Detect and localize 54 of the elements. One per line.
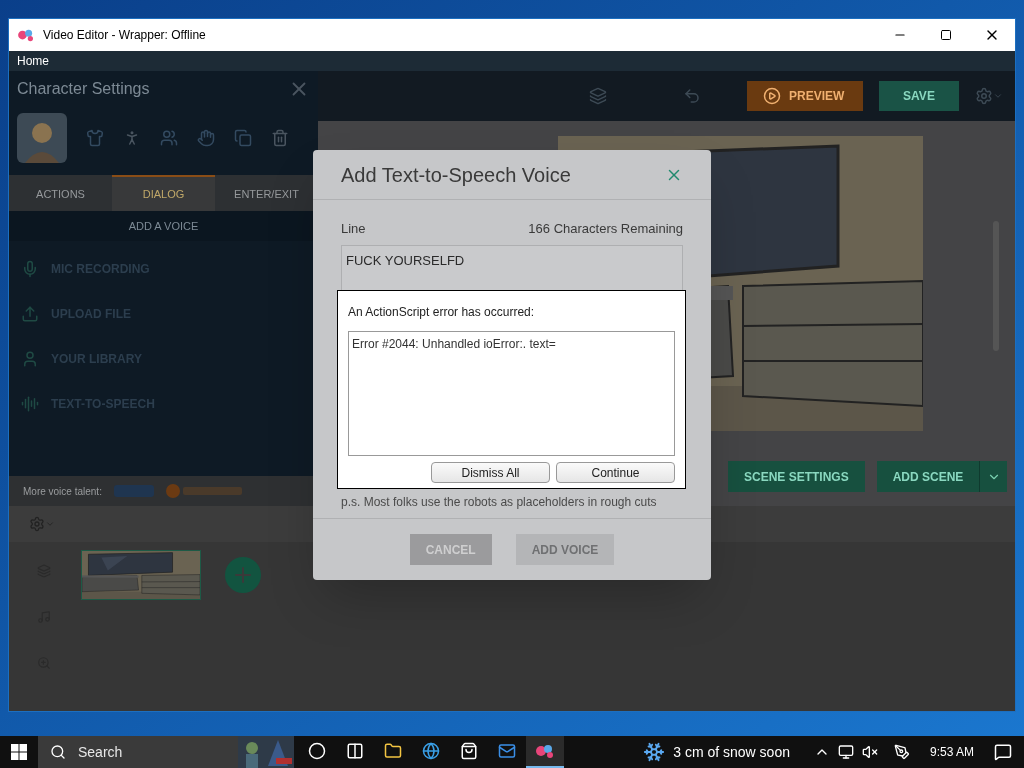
preview-button[interactable]: PREVIEW xyxy=(747,81,863,111)
task-view-icon xyxy=(346,742,364,760)
add-scene-icon[interactable] xyxy=(225,557,261,593)
menu-item[interactable]: Home xyxy=(15,52,51,70)
panel-title: Character Settings xyxy=(17,79,150,99)
tab[interactable]: DIALOG xyxy=(112,175,215,211)
weather-text[interactable]: 3 cm of snow soon xyxy=(673,741,790,763)
pen-icon[interactable] xyxy=(893,744,910,760)
settings-icon[interactable] xyxy=(975,87,993,105)
mail-icon xyxy=(498,742,516,760)
network-icon[interactable] xyxy=(837,744,854,760)
app-logo-icon xyxy=(535,743,555,759)
sound-wave-icon xyxy=(21,395,39,413)
avatar xyxy=(17,113,67,163)
caret-icon[interactable] xyxy=(993,91,1003,101)
dismiss-all-button[interactable]: Dismiss All xyxy=(431,462,550,483)
maximize-icon xyxy=(940,29,952,41)
clock[interactable]: 9:53 AM xyxy=(929,743,974,761)
copy-icon[interactable] xyxy=(234,129,252,147)
talent-label: More voice talent: xyxy=(23,484,102,499)
dialog-note: p.s. Most folks use the robots as placeholders in rough cuts xyxy=(341,493,658,511)
search-icon xyxy=(50,744,66,760)
windows-logo-icon xyxy=(11,744,27,760)
continue-button[interactable]: Continue xyxy=(556,462,675,483)
folder-icon xyxy=(384,742,402,760)
error-message-field[interactable]: Error #2044: Unhandled ioError:. text= xyxy=(348,331,675,456)
taskbar-app[interactable] xyxy=(526,736,564,768)
microphone-icon xyxy=(21,260,39,278)
undo-icon[interactable] xyxy=(683,87,701,105)
trash-icon[interactable] xyxy=(271,129,289,147)
people-icon[interactable] xyxy=(160,129,178,147)
field-label: Line xyxy=(341,220,366,238)
save-button[interactable]: SAVE xyxy=(879,81,959,111)
dialog-title: Add Text-to-Speech Voice xyxy=(341,162,571,188)
search-field[interactable]: Search xyxy=(38,736,294,768)
shirt-icon[interactable] xyxy=(86,129,104,147)
shopping-bag-icon xyxy=(460,742,478,760)
section-heading: ADD A VOICE xyxy=(128,218,199,234)
hand-icon[interactable] xyxy=(197,129,215,147)
layers-icon[interactable] xyxy=(589,87,607,105)
search-placeholder: Search xyxy=(78,742,123,762)
circle-icon xyxy=(308,742,326,760)
notification-icon[interactable] xyxy=(994,743,1012,761)
snowflake-icon xyxy=(643,741,666,763)
settings-icon[interactable] xyxy=(29,516,45,532)
app-logo-icon xyxy=(17,28,35,42)
play-icon xyxy=(763,87,781,105)
window-title: Video Editor - Wrapper: Offline xyxy=(43,27,206,44)
globe-icon xyxy=(422,742,440,760)
scene-settings-button[interactable]: SCENE SETTINGS xyxy=(728,461,865,492)
upload-icon xyxy=(21,305,39,323)
speaker-muted-icon[interactable] xyxy=(861,744,878,760)
person-icon xyxy=(21,350,39,368)
characters-remaining: 166 Characters Remaining xyxy=(528,220,683,238)
